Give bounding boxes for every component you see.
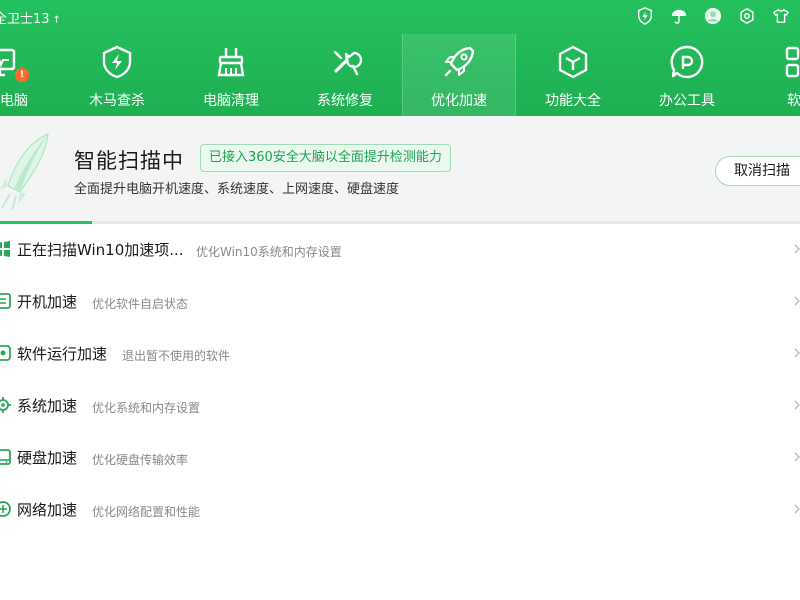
- window-controls: [634, 5, 792, 27]
- umbrella-icon[interactable]: [668, 5, 690, 27]
- broom-icon: [213, 44, 249, 80]
- disk-icon: [0, 447, 12, 467]
- task-desc: 退出暂不使用的软件: [122, 349, 231, 363]
- app-grid-icon: [783, 44, 800, 80]
- scan-title: 智能扫描中: [74, 149, 184, 173]
- app-title: 全卫士13 ↑: [0, 8, 61, 27]
- nav-label: 软件: [787, 93, 800, 109]
- chevron-right-icon: [794, 348, 800, 358]
- chevron-right-icon: [794, 400, 800, 410]
- power-icon: [0, 291, 12, 311]
- nav-label: 系统修复: [317, 93, 373, 109]
- nav-label: 优化加速: [431, 93, 487, 109]
- nav-label: 电脑: [0, 93, 28, 109]
- task-title: 硬盘加速: [17, 449, 78, 467]
- title-bar: 全卫士13 ↑: [0, 0, 800, 34]
- wrench-icon: [327, 44, 363, 80]
- task-title: 开机加速: [17, 293, 78, 311]
- task-title: 系统加速: [17, 397, 78, 415]
- nav-label: 木马查杀: [89, 93, 145, 109]
- task-desc: 优化硬盘传输效率: [92, 453, 189, 467]
- task-desc: 优化网络配置和性能: [92, 505, 201, 519]
- task-title: 网络加速: [17, 501, 78, 519]
- network-icon: [0, 499, 12, 519]
- alert-badge: !: [15, 68, 29, 82]
- scan-subtitle: 全面提升电脑开机速度、系统速度、上网速度、硬盘速度: [74, 182, 400, 197]
- cube-icon: [555, 44, 591, 80]
- cancel-scan-button[interactable]: 取消扫描: [715, 156, 800, 186]
- nav-item-trojan-scan[interactable]: 木马查杀: [60, 34, 174, 116]
- windows-icon: [0, 239, 12, 259]
- nav-label: 功能大全: [545, 93, 601, 109]
- task-win10-speedup[interactable]: 正在扫描Win10加速项... 优化Win10系统和内存设置: [0, 224, 800, 276]
- nav-label: 电脑清理: [203, 93, 259, 109]
- nav-item-cleanup[interactable]: 电脑清理: [174, 34, 288, 116]
- app-icon: [0, 343, 12, 363]
- gear-icon: [0, 395, 12, 415]
- nav-item-optimize[interactable]: 优化加速: [402, 34, 516, 116]
- chevron-right-icon: [794, 452, 800, 462]
- avatar[interactable]: [702, 5, 724, 27]
- task-desc: 优化Win10系统和内存设置: [196, 245, 342, 259]
- task-desc: 优化系统和内存设置: [92, 401, 201, 415]
- task-disk-speedup[interactable]: 硬盘加速 优化硬盘传输效率: [0, 432, 800, 484]
- chevron-right-icon: [794, 296, 800, 306]
- update-arrow-icon[interactable]: ↑: [53, 15, 61, 26]
- task-network-speedup[interactable]: 网络加速 优化网络配置和性能: [0, 484, 800, 536]
- app-title-text: 全卫士13: [0, 12, 50, 27]
- settings-icon[interactable]: [736, 5, 758, 27]
- task-desc: 优化软件自启状态: [92, 297, 189, 311]
- nav-item-computer[interactable]: ! 电脑: [0, 34, 57, 116]
- nav-item-software[interactable]: 软件: [744, 34, 800, 116]
- task-title: 正在扫描Win10加速项...: [17, 241, 184, 259]
- trojan-shield-icon: [99, 44, 135, 80]
- chevron-right-icon: [794, 244, 800, 254]
- brain-tag: 已接入360安全大脑以全面提升检测能力: [200, 144, 451, 172]
- nav-label: 办公工具: [659, 93, 715, 109]
- task-title: 软件运行加速: [17, 345, 108, 363]
- task-system-speedup[interactable]: 系统加速 优化系统和内存设置: [0, 380, 800, 432]
- nav-item-office-tools[interactable]: 办公工具: [630, 34, 744, 116]
- top-header: 全卫士13 ↑ ! 电脑 木马查杀 电脑清理 系统修复 优化加速 功能大全 办公…: [0, 0, 800, 116]
- scan-banner: 智能扫描中 已接入360安全大脑以全面提升检测能力 全面提升电脑开机速度、系统速…: [0, 116, 800, 224]
- nav-item-features[interactable]: 功能大全: [516, 34, 630, 116]
- main-nav: ! 电脑 木马查杀 电脑清理 系统修复 优化加速 功能大全 办公工具 软: [0, 34, 800, 116]
- task-boot-speedup[interactable]: 开机加速 优化软件自启状态: [0, 276, 800, 328]
- rocket-illustration-icon: [0, 132, 58, 212]
- task-software-speedup[interactable]: 软件运行加速 退出暂不使用的软件: [0, 328, 800, 380]
- rocket-icon: [441, 44, 477, 80]
- skin-shirt-icon[interactable]: [770, 5, 792, 27]
- chevron-right-icon: [794, 504, 800, 514]
- nav-item-repair[interactable]: 系统修复: [288, 34, 402, 116]
- chat-bubble-icon: [669, 44, 705, 80]
- shield-bolt-icon[interactable]: [634, 5, 656, 27]
